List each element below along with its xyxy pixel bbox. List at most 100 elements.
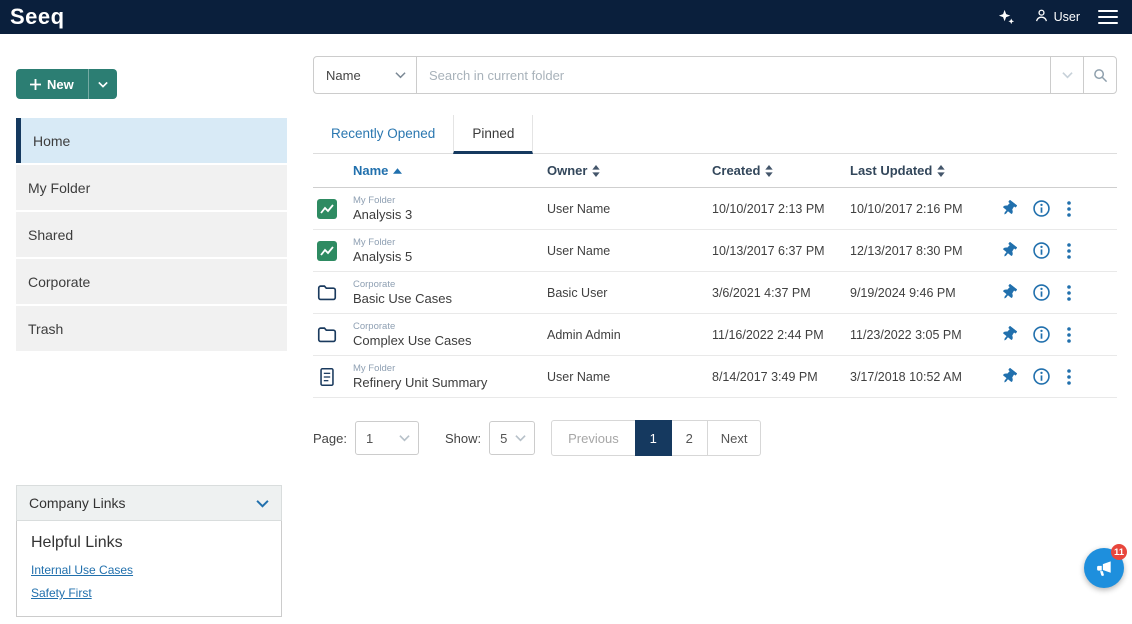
previous-page-button[interactable]: Previous [551, 420, 636, 456]
topbar-actions: User [997, 8, 1118, 27]
item-owner: User Name [547, 202, 712, 216]
chevron-down-icon [98, 81, 108, 88]
user-label: User [1054, 10, 1080, 24]
item-owner: User Name [547, 370, 712, 384]
page-label: Page: [313, 431, 347, 446]
item-updated: 11/23/2022 3:05 PM [850, 328, 990, 342]
header-name[interactable]: Name [353, 163, 547, 178]
sidebar-item-shared[interactable]: Shared [16, 212, 287, 257]
new-dropdown-button[interactable] [88, 69, 117, 99]
company-links-header[interactable]: Company Links [16, 485, 282, 521]
item-name-link[interactable]: My Folder Analysis 5 [353, 237, 547, 265]
pin-icon[interactable] [1002, 327, 1016, 342]
item-created: 10/10/2017 2:13 PM [712, 202, 850, 216]
header-owner[interactable]: Owner [547, 163, 712, 178]
page-number-select[interactable]: 1 [355, 421, 419, 455]
search-filter-select[interactable]: Name [313, 56, 417, 94]
tab-pinned[interactable]: Pinned [453, 115, 533, 154]
item-folder-path: My Folder [353, 363, 547, 374]
table-row: My Folder Analysis 5 User Name 10/13/201… [313, 230, 1117, 272]
pin-icon[interactable] [1002, 285, 1016, 300]
info-icon[interactable] [1033, 242, 1050, 259]
content-tabs: Recently Opened Pinned [313, 115, 1117, 154]
header-label: Last Updated [850, 163, 932, 178]
chevron-down-icon [256, 499, 269, 508]
notification-badge: 11 [1111, 544, 1127, 560]
tab-recently-opened[interactable]: Recently Opened [313, 115, 453, 153]
helpful-links-box: Helpful Links Internal Use Cases Safety … [16, 521, 282, 617]
sidebar-item-corporate[interactable]: Corporate [16, 259, 287, 304]
announcements-fab[interactable]: 11 [1084, 548, 1124, 588]
kebab-menu-icon[interactable] [1067, 327, 1071, 343]
link-internal-use-cases[interactable]: Internal Use Cases [31, 563, 267, 577]
new-button[interactable]: New [16, 69, 88, 99]
row-actions [990, 284, 1117, 301]
sidebar-nav: Home My Folder Shared Corporate Trash [0, 118, 296, 353]
sidebar-item-trash[interactable]: Trash [16, 306, 287, 351]
table-row: My Folder Analysis 3 User Name 10/10/201… [313, 188, 1117, 230]
info-icon[interactable] [1033, 284, 1050, 301]
table-header: Name Owner Created Last Updated [313, 154, 1117, 188]
analysis-icon [313, 198, 353, 220]
pin-icon[interactable] [1002, 243, 1016, 258]
table-row: Corporate Basic Use Cases Basic User 3/6… [313, 272, 1117, 314]
item-name-link[interactable]: My Folder Refinery Unit Summary [353, 363, 547, 391]
seeq-logo[interactable]: Seeq [10, 6, 65, 28]
sidebar-item-label: Home [33, 133, 70, 149]
page-size-select[interactable]: 5 [489, 421, 535, 455]
kebab-menu-icon[interactable] [1067, 369, 1071, 385]
pin-icon[interactable] [1002, 369, 1016, 384]
plus-icon [30, 79, 41, 90]
header-last-updated[interactable]: Last Updated [850, 163, 990, 178]
search-options-dropdown[interactable] [1050, 56, 1084, 94]
item-folder-path: Corporate [353, 321, 547, 332]
table-body: My Folder Analysis 3 User Name 10/10/201… [313, 188, 1117, 398]
info-icon[interactable] [1033, 368, 1050, 385]
hamburger-menu-icon[interactable] [1098, 10, 1118, 24]
sort-both-icon [765, 165, 773, 177]
item-owner: User Name [547, 244, 712, 258]
pagination-bar: Page: 1 Show: 5 Previous 1 2 Next [313, 420, 1117, 456]
pin-icon[interactable] [1002, 201, 1016, 216]
page-button-1[interactable]: 1 [635, 420, 672, 456]
info-icon[interactable] [1033, 200, 1050, 217]
helpful-links-heading: Helpful Links [31, 534, 267, 552]
analysis-icon [313, 240, 353, 262]
item-updated: 9/19/2024 9:46 PM [850, 286, 990, 300]
header-label: Name [353, 163, 388, 178]
sidebar-item-label: My Folder [28, 180, 90, 196]
user-icon [1034, 8, 1049, 26]
kebab-menu-icon[interactable] [1067, 243, 1071, 259]
item-name-link[interactable]: My Folder Analysis 3 [353, 195, 547, 223]
header-label: Owner [547, 163, 587, 178]
header-created[interactable]: Created [712, 163, 850, 178]
item-updated: 12/13/2017 8:30 PM [850, 244, 990, 258]
item-name-link[interactable]: Corporate Complex Use Cases [353, 321, 547, 349]
user-menu[interactable]: User [1034, 8, 1080, 26]
new-button-group: New [16, 69, 117, 99]
sidebar-item-label: Corporate [28, 274, 90, 290]
sort-asc-icon [393, 168, 402, 174]
page-button-2[interactable]: 2 [671, 420, 708, 456]
ai-sparkle-icon[interactable] [997, 8, 1016, 27]
link-safety-first[interactable]: Safety First [31, 586, 267, 600]
kebab-menu-icon[interactable] [1067, 201, 1071, 217]
folder-icon [313, 282, 353, 304]
show-label: Show: [445, 431, 481, 446]
main-content: Name Recently Opened Pinned Name O [296, 34, 1132, 624]
chevron-down-icon [1062, 71, 1073, 79]
search-button[interactable] [1083, 56, 1117, 94]
folder-icon [313, 324, 353, 346]
search-bar: Name [313, 56, 1117, 94]
item-name-link[interactable]: Corporate Basic Use Cases [353, 279, 547, 307]
sidebar-item-home[interactable]: Home [16, 118, 287, 163]
search-input[interactable] [416, 56, 1051, 94]
new-button-label: New [47, 77, 74, 92]
info-icon[interactable] [1033, 326, 1050, 343]
next-page-button[interactable]: Next [707, 420, 762, 456]
sidebar-item-my-folder[interactable]: My Folder [16, 165, 287, 210]
row-actions [990, 242, 1117, 259]
item-created: 11/16/2022 2:44 PM [712, 328, 850, 342]
sidebar-item-label: Shared [28, 227, 73, 243]
kebab-menu-icon[interactable] [1067, 285, 1071, 301]
